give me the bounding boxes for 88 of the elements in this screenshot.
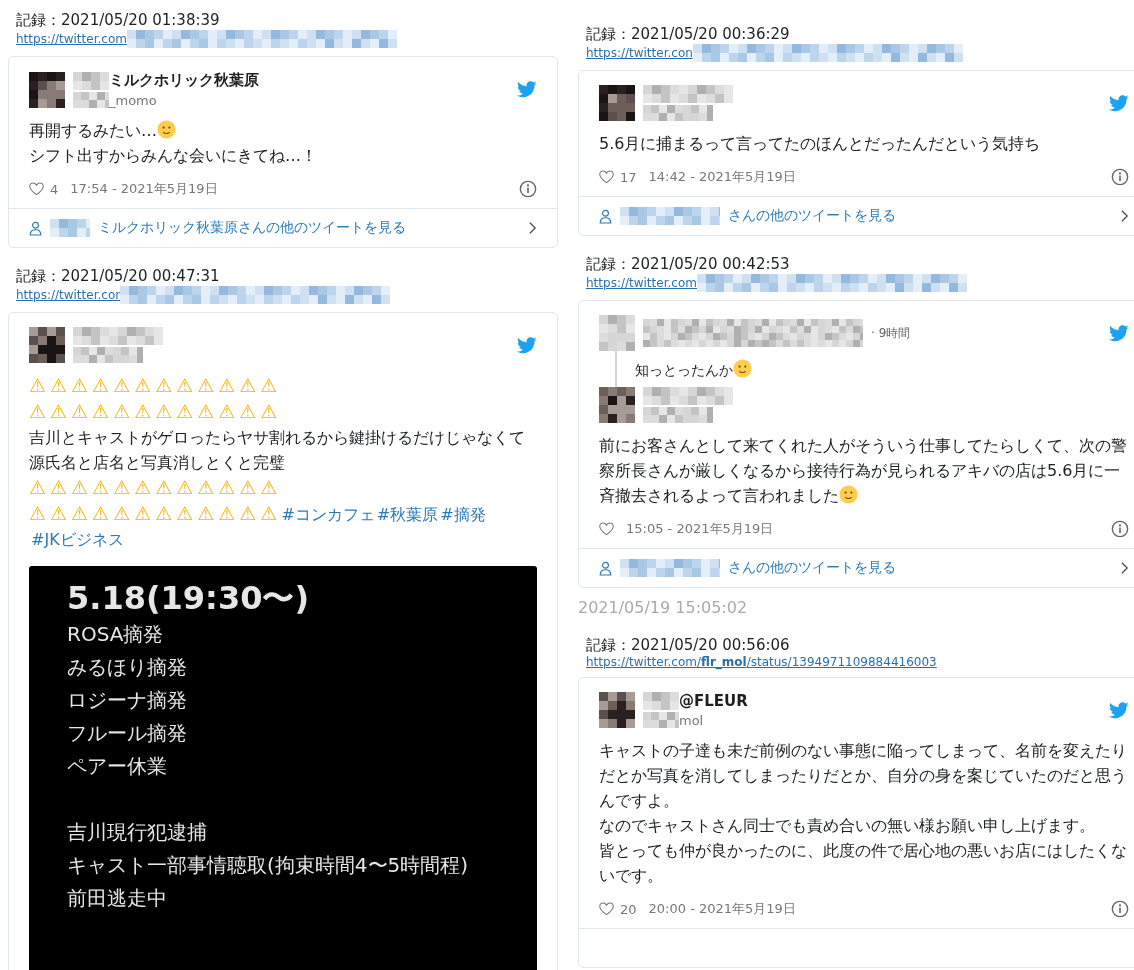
tweet-text: 5.6月に捕まるって言ってたのほんとだったんだという気持ち (599, 133, 1042, 155)
tweet-timestamp[interactable]: 14:42 - 2021年5月19日 (648, 168, 796, 186)
hashtag-link[interactable]: #秋葉原 (376, 505, 439, 524)
pixelated-text (643, 407, 713, 423)
pixelated-avatar (599, 315, 635, 351)
tweet-url-link[interactable]: https://twitter.con (586, 46, 693, 60)
person-icon (29, 220, 42, 236)
hashtag-link[interactable]: #JKビジネス (31, 530, 124, 549)
pixelated-avatar (599, 85, 635, 121)
screenshot-line: キャスト一部事情聴取(拘束時間4〜5時間程) (67, 852, 470, 879)
like-count: 4 (50, 181, 59, 197)
bird-logo-icon[interactable] (517, 336, 537, 354)
person-icon (599, 560, 612, 576)
chevron-right-icon (1120, 209, 1129, 223)
tweet-timestamp[interactable]: 17:54 - 2021年5月19日 (70, 180, 218, 198)
tweet-text: 再開するみたい… (29, 118, 537, 143)
tweet-timestamp[interactable]: 20:00 - 2021年5月19日 (648, 900, 796, 918)
screenshot-line: ROSA摘発 (67, 621, 165, 648)
bird-logo-icon[interactable] (1109, 701, 1129, 719)
tweet-text: キャストの子達も未だ前例のない事態に陥ってしまって、名前を変えたりだとか写真を消してしまったりだとか、自分の身を案じていたのだと思うんですよ。 (599, 740, 1128, 812)
bird-logo-icon[interactable] (1109, 94, 1129, 112)
pixelated-text (643, 712, 679, 728)
tweet-text: 皆とっても仲が良かったのに、此度の件で居心地の悪いお店にはしたくないです。 (599, 840, 1128, 887)
record-label: 記録：2021/05/20 00:47:31 (15, 266, 221, 286)
screenshot-line: フルール摘発 (67, 720, 188, 747)
heart-icon[interactable] (599, 522, 614, 536)
emoji-face-icon (157, 120, 176, 139)
screenshot-line: ロジーナ摘発 (67, 687, 188, 714)
screenshot-line: みるほり摘発 (67, 654, 188, 681)
bird-logo-icon[interactable] (517, 81, 537, 98)
heart-icon[interactable] (599, 902, 614, 916)
record-label: 記録：2021/05/20 00:36:29 (585, 24, 791, 44)
tweet-text: 吉川とキャストがゲロったらヤサ割れるから鍵掛けるだけじゃなくて (29, 427, 526, 449)
pixelated-text (643, 105, 713, 121)
attached-screenshot[interactable]: 5.18(19:30〜) ROSA摘発 みるほり摘発 ロジーナ摘発 フルール摘発 ペアー休業 吉川現行犯逮捕 キャスト一部事情聴取(拘束時間4〜5時間程) 前田逃走中 (29, 566, 537, 970)
chevron-right-icon (1120, 561, 1129, 575)
pixelated-avatar (29, 71, 65, 108)
tweet-text: ⚠⚠⚠⚠⚠⚠⚠⚠⚠⚠⚠⚠ (29, 399, 283, 424)
hashtag-link[interactable]: #摘発 (440, 505, 486, 524)
tweet-text: ⚠⚠⚠⚠⚠⚠⚠⚠⚠⚠⚠⚠#コンカフェ#秋葉原#摘発 #JKビジネス (29, 501, 487, 551)
screenshot-line: 吉川現行犯逮捕 (67, 819, 208, 846)
screenshot-line: ペアー休業 (67, 753, 168, 780)
archive-timestamp: 2021/05/19 15:05:02 (578, 598, 749, 617)
tweet-text: 源氏名と店名と写真消しとくと完璧 (29, 452, 286, 474)
pixelated-text (73, 347, 143, 363)
tweet-url-link[interactable]: https://twitter.com/flr_mol/status/1394971109884416003 (586, 655, 937, 669)
tweet-url-link[interactable]: https://twitter.com (16, 32, 127, 46)
pixelated-text (73, 92, 109, 108)
info-icon[interactable] (519, 180, 537, 198)
pixelated-avatar (29, 327, 65, 363)
pixelated-avatar (599, 387, 635, 423)
screenshot-line: 前田逃走中 (67, 885, 168, 912)
info-icon[interactable] (1111, 900, 1129, 918)
person-icon (599, 208, 612, 224)
tweet-text: なのでキャストさん同士でも責め合いの無い様お願い申し上げます。 (599, 815, 1096, 837)
record-label: 記録：2021/05/20 01:38:39 (15, 10, 221, 30)
emoji-face-icon (733, 358, 752, 378)
tweet-text: 知っとったんか (635, 358, 752, 380)
tweet-text: ⚠⚠⚠⚠⚠⚠⚠⚠⚠⚠⚠⚠ (29, 373, 283, 398)
tweet-text: シフト出すからみんな会いにきてね…！ (29, 145, 318, 167)
heart-icon[interactable] (599, 170, 614, 184)
like-count: 17 (620, 169, 637, 185)
tweet-text: 前にお客さんとして来てくれた人がそういう仕事してたらしくて、次の警察所長さんが厳しくなるから接待行為が見られるアキバの店は5.6月に一斉撤去されるよって言われました (599, 435, 1128, 507)
record-label: 記録：2021/05/20 00:42:53 (585, 254, 791, 274)
info-icon[interactable] (1111, 168, 1129, 186)
info-icon[interactable] (1111, 520, 1129, 538)
chevron-right-icon (528, 221, 537, 235)
author-handle: mol (679, 712, 704, 728)
more-tweets-link[interactable]: さんの他のツイートを見る (579, 548, 1134, 587)
thread-line (615, 351, 617, 387)
hashtag-link[interactable]: #コンカフェ (281, 505, 375, 524)
author-name: @FLEUR (679, 692, 748, 710)
tweet-timestamp[interactable]: 15:05 - 2021年5月19日 (626, 520, 774, 538)
tweet-url-link[interactable]: https://twitter.com (586, 276, 697, 290)
like-count: 20 (620, 901, 637, 917)
more-tweets-link[interactable]: ミルクホリック秋葉原さんの他のツイートを見る (9, 208, 557, 247)
heart-icon[interactable] (29, 182, 44, 196)
tweet-age: · 9時間 (871, 324, 911, 342)
screenshot-title: 5.18(19:30〜) (67, 578, 311, 618)
record-label: 記録：2021/05/20 00:56:06 (585, 635, 791, 655)
emoji-face-icon (839, 485, 858, 504)
author-handle: _momo (109, 92, 157, 108)
bird-logo-icon[interactable] (1109, 324, 1129, 342)
author-name: ミルクホリック秋葉原 (109, 71, 259, 90)
tweet-text: ⚠⚠⚠⚠⚠⚠⚠⚠⚠⚠⚠⚠ (29, 475, 283, 500)
tweet-url-link[interactable]: https://twitter.cor (16, 288, 121, 302)
more-tweets-link[interactable]: さんの他のツイートを見る (579, 196, 1134, 235)
pixelated-avatar (599, 692, 635, 728)
